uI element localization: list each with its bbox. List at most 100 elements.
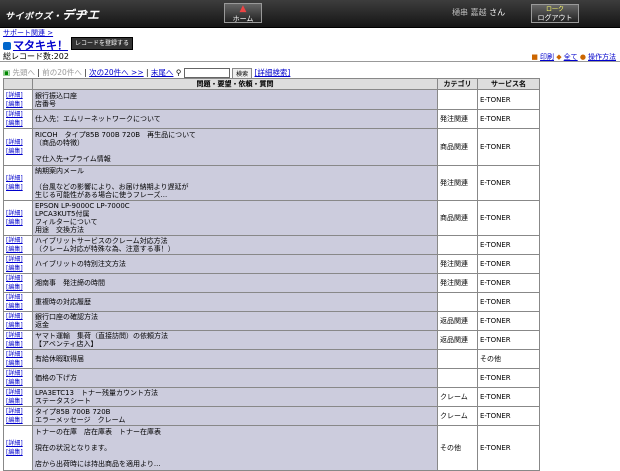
edit-link[interactable]: [編集] <box>6 219 23 226</box>
edit-link[interactable]: [編集] <box>6 184 23 191</box>
detail-link[interactable]: [詳細] <box>6 210 23 217</box>
print-link[interactable]: 印刷 <box>540 53 554 61</box>
home-button[interactable]: ▲ ホーム <box>224 3 262 23</box>
table-row[interactable]: [詳細] [編集] ハイブリットの特別注文方法 発注関連 E-TONER <box>3 254 540 274</box>
table-row[interactable]: [詳細][編集] 銀行口座の確認方法 返金 返品関連 E-TONER <box>3 311 540 331</box>
edit-link[interactable]: [編集] <box>6 246 23 253</box>
logo-text-small: サイボウズ・ <box>5 12 63 22</box>
table-row[interactable]: [詳細] [編集] 仕入先：エムリーネットワークについて 発注関連 E-TONER <box>3 109 540 129</box>
first-page-link: 先頭へ <box>12 68 35 77</box>
table-row[interactable]: [詳細] [編集] 有給休暇取得届 その他 <box>3 349 540 369</box>
detail-link[interactable]: [詳細] <box>6 237 23 244</box>
register-record-button[interactable]: レコードを登録する <box>71 37 134 50</box>
detail-link[interactable]: [詳細] <box>6 313 23 320</box>
detail-link[interactable]: [詳細] <box>6 440 23 447</box>
service-cell: E-TONER <box>477 368 540 388</box>
table-row[interactable]: [詳細] [編集] 価格の下げ方 E-TONER <box>3 368 540 388</box>
row-actions: [詳細] [編集] <box>3 128 33 166</box>
search-input[interactable] <box>183 68 230 78</box>
table-header-row: 問題・要望・依頼・質問 カテゴリ サービス名 <box>3 78 540 90</box>
table-row[interactable]: [詳細] [編集] 湘南事 発注締の時間 発注関連 E-TONER <box>3 273 540 293</box>
user-suffix: さん <box>489 8 506 17</box>
detail-link[interactable]: [詳細] <box>6 370 23 377</box>
header-question[interactable]: 問題・要望・依頼・質問 <box>32 78 438 90</box>
edit-link[interactable]: [編集] <box>6 449 23 456</box>
table-row[interactable]: [詳細] [編集] 重複時の対応履歴 E-TONER <box>3 292 540 312</box>
edit-link[interactable]: [編集] <box>6 417 23 424</box>
edit-link[interactable]: [編集] <box>6 101 23 108</box>
pager-bar: ▣ 先頭へ | 前の20件へ | 次の20件へ >> | 末尾へ ⚲ 検索 [詳… <box>3 67 291 79</box>
edit-link[interactable]: [編集] <box>6 265 23 272</box>
row-actions: [詳細] [編集] <box>3 368 33 388</box>
edit-link[interactable]: [編集] <box>6 322 23 329</box>
detail-link[interactable]: [詳細] <box>6 175 23 182</box>
detail-link[interactable]: [詳細] <box>6 332 23 339</box>
question-cell: RICOH タイプ85B 700B 720B 再生品について （商品の特徴） マ仕入… <box>32 128 438 166</box>
edit-link[interactable]: [編集] <box>6 398 23 405</box>
question-line <box>35 147 435 155</box>
service-cell: E-TONER <box>477 200 540 236</box>
table-row[interactable]: [詳細] [編集] トナーの在庫 店在庫表 トナー在庫表 現在の状況となります。 店から… <box>3 425 540 471</box>
table-row[interactable]: [詳細][編集] ヤマト運輸 集荷（直接訪問）の依頼方法 【アベンティ店入】 返品関連… <box>3 330 540 350</box>
row-actions: [詳細] [編集] <box>3 425 33 471</box>
export-icon[interactable]: ▣ <box>3 68 10 77</box>
records-table: 問題・要望・依頼・質問 カテゴリ サービス名 [詳細] [編集] 銀行振込口座 店番号… <box>3 78 540 471</box>
header-service[interactable]: サービス名 <box>477 78 540 90</box>
logout-label: ログアウト <box>537 14 573 22</box>
edit-link[interactable]: [編集] <box>6 148 23 155</box>
detail-link[interactable]: [詳細] <box>6 351 23 358</box>
table-row[interactable]: [詳細] [編集] RICOH タイプ85B 700B 720B 再生品について （商… <box>3 128 540 166</box>
question-line: ハイブリットサービスのクレーム対応方法 <box>35 237 168 245</box>
question-line: EPSON LP-9000C LP-7000C <box>35 202 130 210</box>
table-row[interactable]: [詳細][編集] LPA3ETC13 トナー残量カウント方法 ステータスシート クレー… <box>3 387 540 407</box>
detail-link[interactable]: [詳細] <box>6 389 23 396</box>
edit-link[interactable]: [編集] <box>6 303 23 310</box>
edit-link[interactable]: [編集] <box>6 284 23 291</box>
home-icon: ▲ <box>239 4 247 14</box>
question-cell: 有給休暇取得届 <box>32 349 438 369</box>
detail-search-link[interactable]: [詳細検索] <box>255 68 291 77</box>
ops-link[interactable]: 操作方法 <box>588 53 616 61</box>
category-cell: その他 <box>437 425 478 471</box>
table-row[interactable]: [詳細] [編集] ハイブリットサービスのクレーム対応方法 （クレーム対応が特殊な為、… <box>3 235 540 255</box>
detail-link[interactable]: [詳細] <box>6 92 23 99</box>
service-cell: E-TONER <box>477 292 540 312</box>
category-cell <box>437 235 478 255</box>
logout-top-label: ロ一ク <box>545 6 564 13</box>
next-page-link[interactable]: 次の20件へ >> <box>89 68 144 77</box>
header-category[interactable]: カテゴリ <box>437 78 478 90</box>
service-cell: E-TONER <box>477 425 540 471</box>
edit-link[interactable]: [編集] <box>6 341 23 348</box>
detail-link[interactable]: [詳細] <box>6 275 23 282</box>
search-icon: ⚲ <box>175 68 182 77</box>
help-icon: ● <box>579 53 586 61</box>
question-line <box>35 175 435 183</box>
edit-link[interactable]: [編集] <box>6 379 23 386</box>
service-cell: E-TONER <box>477 109 540 129</box>
question-cell: 納期案内メール （台風などの影響により、お届け納期より遅延が 生じる可能性がある場合… <box>32 165 438 201</box>
table-row[interactable]: [詳細] [編集] 銀行振込口座 店番号 E-TONER <box>3 89 540 110</box>
search-button[interactable]: 検索 <box>232 67 253 79</box>
detail-link[interactable]: [詳細] <box>6 294 23 301</box>
table-row[interactable]: [詳細] [編集] 納期案内メール （台風などの影響により、お届け納期より遅延が 生じる… <box>3 165 540 201</box>
last-page-link[interactable]: 末尾へ <box>151 68 174 77</box>
detail-link[interactable]: [詳細] <box>6 408 23 415</box>
question-line: 重複時の対応履歴 <box>35 298 91 306</box>
question-cell: トナーの在庫 店在庫表 トナー在庫表 現在の状況となります。 店から出荷時には持出商… <box>32 425 438 471</box>
edit-link[interactable]: [編集] <box>6 360 23 367</box>
row-actions: [詳細] [編集] <box>3 165 33 201</box>
table-row[interactable]: [詳細] [編集] EPSON LP-9000C LP-7000C LPCA3KUT5… <box>3 200 540 236</box>
all-link[interactable]: 全て <box>564 53 578 61</box>
question-cell: ハイブリットの特別注文方法 <box>32 254 438 274</box>
question-line <box>35 452 435 460</box>
logout-button[interactable]: ロ一ク ログアウト <box>531 4 579 23</box>
app-logo[interactable]: サイボウズ・デヂエ <box>5 6 100 23</box>
row-actions: [詳細] [編集] <box>3 387 33 407</box>
edit-link[interactable]: [編集] <box>6 120 23 127</box>
question-line: ステータスシート <box>35 397 91 405</box>
detail-link[interactable]: [詳細] <box>6 139 23 146</box>
detail-link[interactable]: [詳細] <box>6 111 23 118</box>
table-row[interactable]: [詳細][編集] タイプ85B 700B 720B エラーメッセージ クレーム クレー… <box>3 406 540 426</box>
category-cell: 商品関連 <box>437 200 478 236</box>
detail-link[interactable]: [詳細] <box>6 256 23 263</box>
